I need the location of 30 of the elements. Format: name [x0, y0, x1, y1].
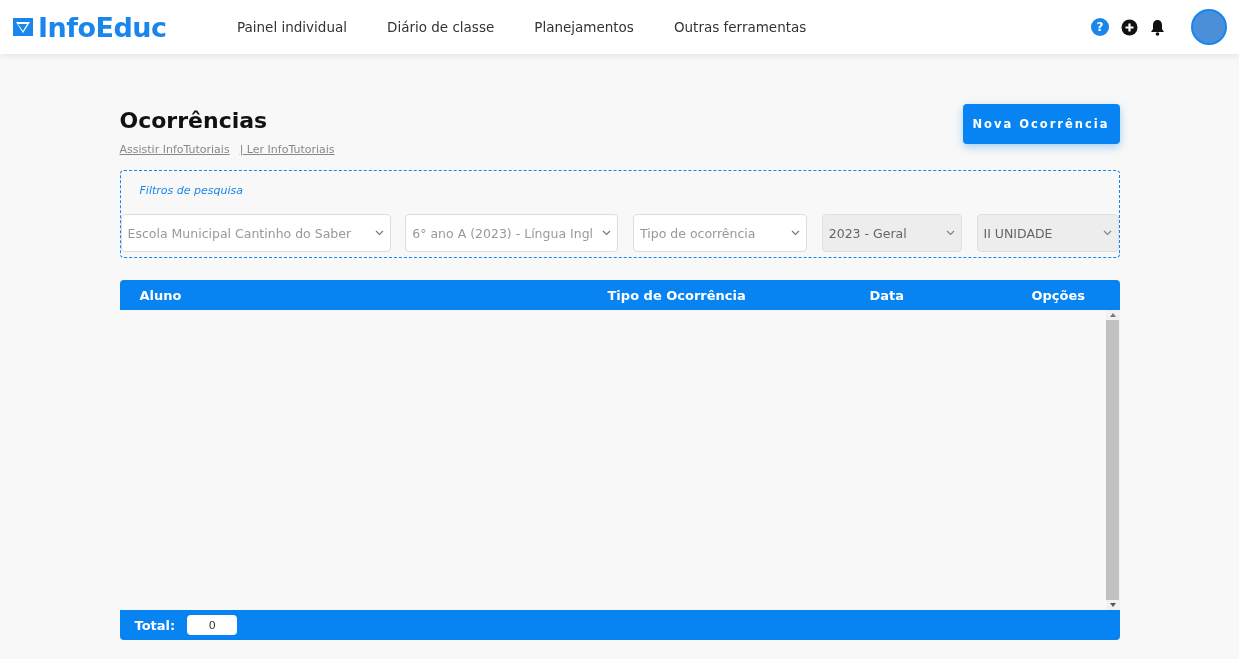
column-header: Data	[868, 287, 906, 303]
chevron-down-icon	[602, 230, 612, 236]
tutorial-link[interactable]: | Ler InfoTutoriais	[239, 143, 335, 156]
select-field[interactable]: 6° ano A (2023) - Língua Ingl	[405, 214, 619, 252]
column-header: Tipo de Ocorrência	[606, 287, 747, 303]
filter-legend: Filtros de pesquisa	[139, 184, 243, 197]
new-occurrence-button[interactable]: Nova Ocorrência	[962, 104, 1120, 144]
logo-text: InfoEduc	[38, 11, 167, 43]
chevron-down-icon	[791, 230, 800, 236]
chevron-down-icon	[945, 230, 955, 236]
select-field[interactable]: Tipo de ocorrência	[633, 214, 807, 252]
tutorial-link[interactable]: Assistir InfoTutoriais	[119, 143, 230, 156]
column-header: Opções	[1030, 287, 1087, 303]
chevron-down-icon	[374, 230, 384, 236]
total-field: 0	[187, 615, 238, 635]
nav-link[interactable]: Planejamentos	[534, 19, 634, 35]
page-title: Ocorrências	[119, 108, 269, 133]
total-label: Total:	[134, 617, 176, 633]
avatar[interactable]	[1191, 9, 1227, 45]
chevron-down-icon	[1102, 230, 1112, 236]
logo-icon	[12, 16, 34, 38]
nav-link[interactable]: Outras ferramentas	[673, 19, 807, 35]
scrollbar[interactable]	[1105, 310, 1120, 610]
nav-link[interactable]: Painel individual	[237, 19, 347, 35]
bell-icon[interactable]	[1150, 18, 1165, 36]
select-field[interactable]: Escola Municipal Cantinho do Saber	[120, 214, 391, 252]
help-icon[interactable]: ?	[1091, 18, 1109, 36]
add-circle-icon[interactable]	[1121, 18, 1138, 36]
column-header: Aluno	[138, 287, 183, 303]
nav-link[interactable]: Diário de classe	[387, 19, 495, 35]
